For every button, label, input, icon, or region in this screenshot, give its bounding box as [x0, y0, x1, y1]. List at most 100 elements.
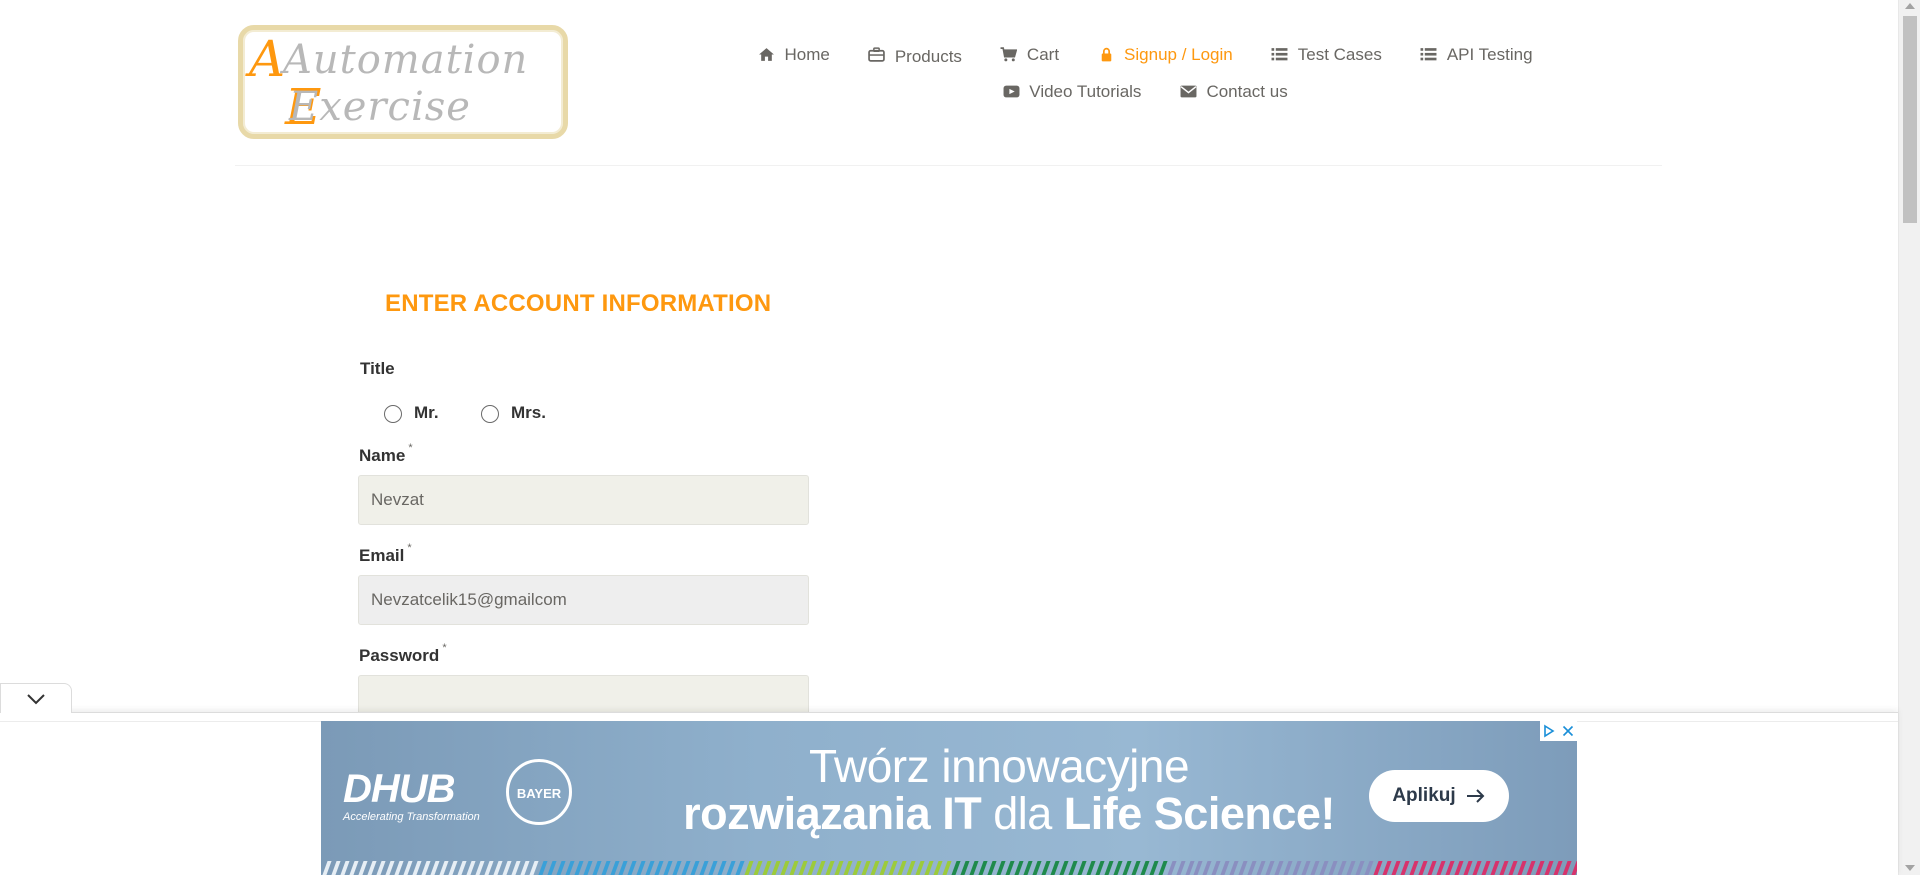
- ad-stripe: [717, 861, 727, 875]
- ad-stripe: [996, 861, 1006, 875]
- nav-home-label: Home: [784, 44, 830, 64]
- nav-products[interactable]: Products: [868, 45, 962, 66]
- ad-stripe: [708, 861, 718, 875]
- ad-stripe: [1068, 861, 1078, 875]
- ad-stripe: [600, 861, 611, 875]
- ad-stripe: [457, 861, 467, 875]
- ad-stripe: [861, 861, 871, 875]
- ad-stripe: [591, 861, 602, 875]
- ad-stripe: [1364, 861, 1374, 875]
- ad-stripe: [762, 861, 772, 875]
- scroll-up-arrow[interactable]: [1905, 3, 1915, 9]
- site-logo[interactable]: A Automation E Exercise: [238, 25, 568, 139]
- title-mrs-radio[interactable]: [481, 405, 499, 423]
- ad-stripe: [1184, 861, 1195, 875]
- ad-stripe: [645, 861, 655, 875]
- title-mr-radio[interactable]: [384, 405, 402, 423]
- ad-stripe: [1544, 861, 1554, 875]
- ad-stripe: [1265, 861, 1275, 875]
- page-scrollbar[interactable]: [1898, 0, 1920, 875]
- ad-stripe: [618, 861, 629, 875]
- ad-stripe: [1436, 861, 1446, 875]
- ad-stripe: [1113, 861, 1123, 875]
- ad-stripe: [852, 861, 862, 875]
- ad-stripe: [879, 861, 889, 875]
- scroll-down-arrow[interactable]: [1905, 865, 1915, 871]
- ad-stripe: [960, 861, 970, 875]
- ad-stripe: [1382, 861, 1392, 875]
- ad-stripe: [1292, 861, 1302, 875]
- ad-stripe: [1175, 861, 1186, 875]
- ad-stripe: [897, 861, 907, 875]
- ad-stripe: [358, 861, 368, 875]
- nav-test-cases[interactable]: Test Cases: [1271, 45, 1382, 65]
- ad-stripe: [511, 861, 521, 875]
- password-label: Password *: [359, 642, 447, 665]
- ad-stripe: [1337, 861, 1347, 875]
- name-input[interactable]: [358, 475, 809, 525]
- ad-stripe: [1472, 861, 1482, 875]
- ad-stripe: [574, 861, 584, 875]
- ad-stripe: [1526, 861, 1536, 875]
- ad-decorative-stripes: [321, 861, 1577, 875]
- ad-stripe: [547, 861, 557, 875]
- ad-stripe: [744, 861, 754, 875]
- site-header: A Automation E Exercise Home Products Ca…: [0, 0, 1898, 166]
- ad-stripe: [385, 861, 395, 875]
- ad-stripe: [1517, 861, 1527, 875]
- ad-stripe: [1373, 861, 1383, 875]
- ad-stripe: [1409, 861, 1419, 875]
- youtube-play-icon: [1002, 84, 1020, 100]
- nav-home[interactable]: Home: [757, 44, 830, 65]
- ad-stripe: [1499, 861, 1509, 875]
- ad-banner[interactable]: DHUB Accelerating Transformation BAYER T…: [321, 721, 1577, 875]
- nav-cart[interactable]: Cart: [1000, 45, 1059, 65]
- logo-text-line2: Exercise: [288, 84, 471, 130]
- nav-signup-login-label: Signup / Login: [1124, 44, 1233, 64]
- ad-stripe: [1391, 861, 1401, 875]
- ad-stripe: [412, 861, 422, 875]
- ad-stripe: [1256, 861, 1266, 875]
- required-mark: *: [442, 642, 447, 654]
- ad-stripe: [1355, 861, 1365, 875]
- nav-video-tutorials[interactable]: Video Tutorials: [1002, 82, 1141, 102]
- ad-stripe: [798, 861, 808, 875]
- ad-collapse-button[interactable]: [0, 683, 72, 713]
- ad-stripe: [538, 861, 548, 875]
- scrollbar-thumb[interactable]: [1903, 16, 1917, 223]
- ad-stripe: [753, 861, 763, 875]
- ad-stripe: [1418, 861, 1428, 875]
- ad-stripe: [565, 861, 575, 875]
- email-field[interactable]: [358, 575, 809, 625]
- ad-stripe: [906, 861, 916, 875]
- ad-stripe: [1104, 861, 1114, 875]
- ad-stripe: [475, 861, 485, 875]
- ad-stripe: [466, 861, 476, 875]
- nav-contact-us[interactable]: Contact us: [1179, 82, 1288, 102]
- ad-stripe: [924, 861, 934, 875]
- ad-cta-button[interactable]: Aplikuj: [1369, 770, 1509, 822]
- ad-stripe: [915, 861, 925, 875]
- ad-stripe: [1319, 861, 1329, 875]
- ad-stripe: [403, 861, 413, 875]
- title-mrs-label[interactable]: Mrs.: [511, 403, 546, 423]
- title-mr-label[interactable]: Mr.: [414, 403, 439, 423]
- ad-stripe: [771, 861, 781, 875]
- ad-stripe: [1310, 861, 1320, 875]
- ad-stripe: [780, 861, 790, 875]
- ad-stripe: [1211, 861, 1221, 875]
- ad-stripe: [825, 861, 835, 875]
- ad-stripe: [1086, 861, 1096, 875]
- ad-stripe: [1032, 861, 1042, 875]
- briefcase-icon: [868, 47, 886, 63]
- ad-close-icon[interactable]: [1558, 721, 1577, 741]
- ad-stripe: [627, 861, 638, 875]
- nav-api-testing[interactable]: API Testing: [1420, 45, 1533, 65]
- nav-signup-login[interactable]: Signup / Login: [1097, 45, 1233, 65]
- ad-stripe: [322, 861, 332, 875]
- ad-stripe: [1131, 861, 1141, 875]
- logo-graphic: A Automation E Exercise: [245, 30, 527, 134]
- ad-choices-icon[interactable]: [1540, 721, 1558, 741]
- ad-stripe: [520, 861, 530, 875]
- ad-stripe: [978, 861, 988, 875]
